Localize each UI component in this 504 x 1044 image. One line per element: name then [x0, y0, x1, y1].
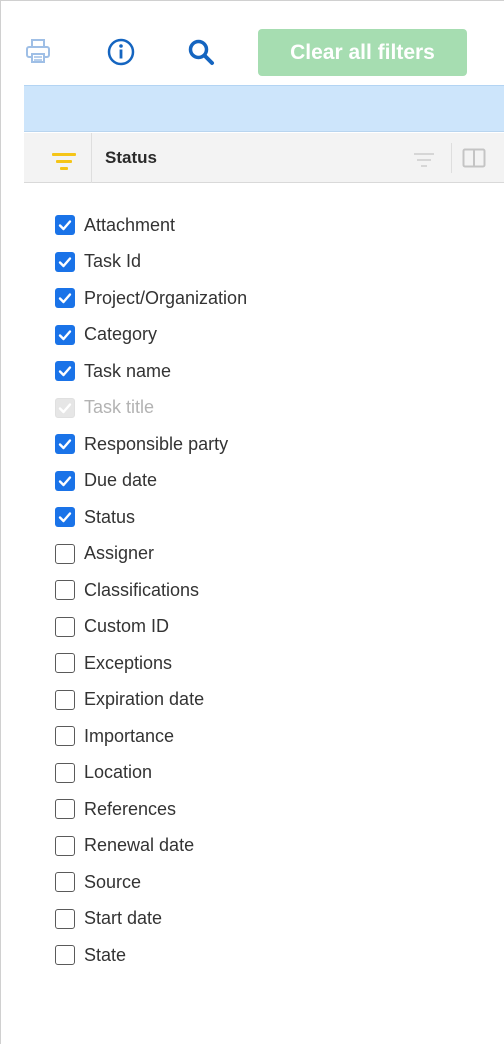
column-option-label: Classifications: [84, 579, 200, 600]
column-option[interactable]: Source: [55, 864, 475, 901]
checkbox-checked[interactable]: [55, 324, 75, 345]
checkbox-unchecked[interactable]: [55, 872, 75, 893]
column-option[interactable]: Category: [55, 317, 475, 354]
column-header[interactable]: Status: [24, 133, 504, 183]
column-option[interactable]: Task Id: [55, 244, 475, 281]
header-divider: [91, 133, 92, 183]
checkbox-checked[interactable]: [55, 434, 75, 455]
column-option[interactable]: Attachment: [55, 207, 475, 244]
column-option-label: References: [84, 798, 177, 819]
column-option-label: Custom ID: [84, 616, 170, 637]
checkbox-checked[interactable]: [55, 470, 75, 491]
checkbox-unchecked[interactable]: [55, 543, 75, 564]
filter-band: [24, 85, 504, 132]
checkbox-unchecked[interactable]: [55, 689, 75, 710]
column-option[interactable]: Custom ID: [55, 609, 475, 646]
column-option-label: Task Id: [84, 251, 142, 272]
checkbox-unchecked[interactable]: [55, 616, 75, 637]
column-option[interactable]: Importance: [55, 718, 475, 755]
column-option-label: Renewal date: [84, 835, 195, 856]
column-option[interactable]: Renewal date: [55, 828, 475, 865]
column-option-label: Project/Organization: [84, 287, 248, 308]
column-option[interactable]: Task name: [55, 353, 475, 390]
column-option-label: State: [84, 944, 127, 965]
column-option[interactable]: Responsible party: [55, 426, 475, 463]
checkbox-unchecked[interactable]: [55, 653, 75, 674]
column-option-label: Task name: [84, 360, 172, 381]
column-option-label: Task title: [84, 397, 155, 418]
column-option[interactable]: Exceptions: [55, 645, 475, 682]
columns-icon[interactable]: [462, 148, 486, 168]
toolbar: Clear all filters: [1, 1, 504, 85]
column-option-label: Source: [84, 871, 142, 892]
checkbox-unchecked[interactable]: [55, 580, 75, 601]
column-chooser-list: Attachment Task Id Project/Organization Cat…: [55, 207, 475, 974]
checkbox-unchecked[interactable]: [55, 945, 75, 966]
info-icon[interactable]: [106, 37, 136, 67]
column-option-label: Attachment: [84, 214, 176, 235]
checkbox-unchecked[interactable]: [55, 726, 75, 747]
filter-active-icon[interactable]: [51, 149, 77, 173]
column-option-label: Status: [84, 506, 136, 527]
checkbox-unchecked[interactable]: [55, 908, 75, 929]
column-option[interactable]: State: [55, 937, 475, 974]
filter-icon[interactable]: [413, 150, 435, 170]
checkbox-checked[interactable]: [55, 251, 75, 272]
column-option-label: Start date: [84, 908, 163, 929]
column-header-label: Status: [105, 148, 157, 167]
column-option[interactable]: References: [55, 791, 475, 828]
column-option[interactable]: Assigner: [55, 536, 475, 573]
checkbox-disabled: [55, 397, 75, 418]
column-option[interactable]: Status: [55, 499, 475, 536]
column-option-label: Category: [84, 324, 158, 345]
column-option-label: Importance: [84, 725, 175, 746]
column-option[interactable]: Due date: [55, 463, 475, 500]
checkbox-checked[interactable]: [55, 361, 75, 382]
column-option[interactable]: Project/Organization: [55, 280, 475, 317]
checkbox-checked[interactable]: [55, 215, 75, 236]
checkbox-unchecked[interactable]: [55, 835, 75, 856]
column-option[interactable]: Location: [55, 755, 475, 792]
column-option-label: Responsible party: [84, 433, 229, 454]
panel-frame: Clear all filters Status Attachment Task…: [0, 0, 504, 1044]
search-icon[interactable]: [186, 37, 216, 67]
column-option: Task title: [55, 390, 475, 427]
column-option[interactable]: Start date: [55, 901, 475, 938]
column-option-label: Exceptions: [84, 652, 173, 673]
checkbox-unchecked[interactable]: [55, 799, 75, 820]
checkbox-unchecked[interactable]: [55, 762, 75, 783]
clear-all-filters-button[interactable]: Clear all filters: [258, 29, 467, 76]
print-icon[interactable]: [24, 37, 54, 67]
column-option[interactable]: Expiration date: [55, 682, 475, 719]
column-option-label: Assigner: [84, 543, 155, 564]
column-option-label: Expiration date: [84, 689, 205, 710]
header-divider: [451, 143, 452, 173]
column-option-label: Location: [84, 762, 153, 783]
column-option[interactable]: Classifications: [55, 572, 475, 609]
checkbox-checked[interactable]: [55, 507, 75, 528]
checkbox-checked[interactable]: [55, 288, 75, 309]
column-option-label: Due date: [84, 470, 158, 491]
